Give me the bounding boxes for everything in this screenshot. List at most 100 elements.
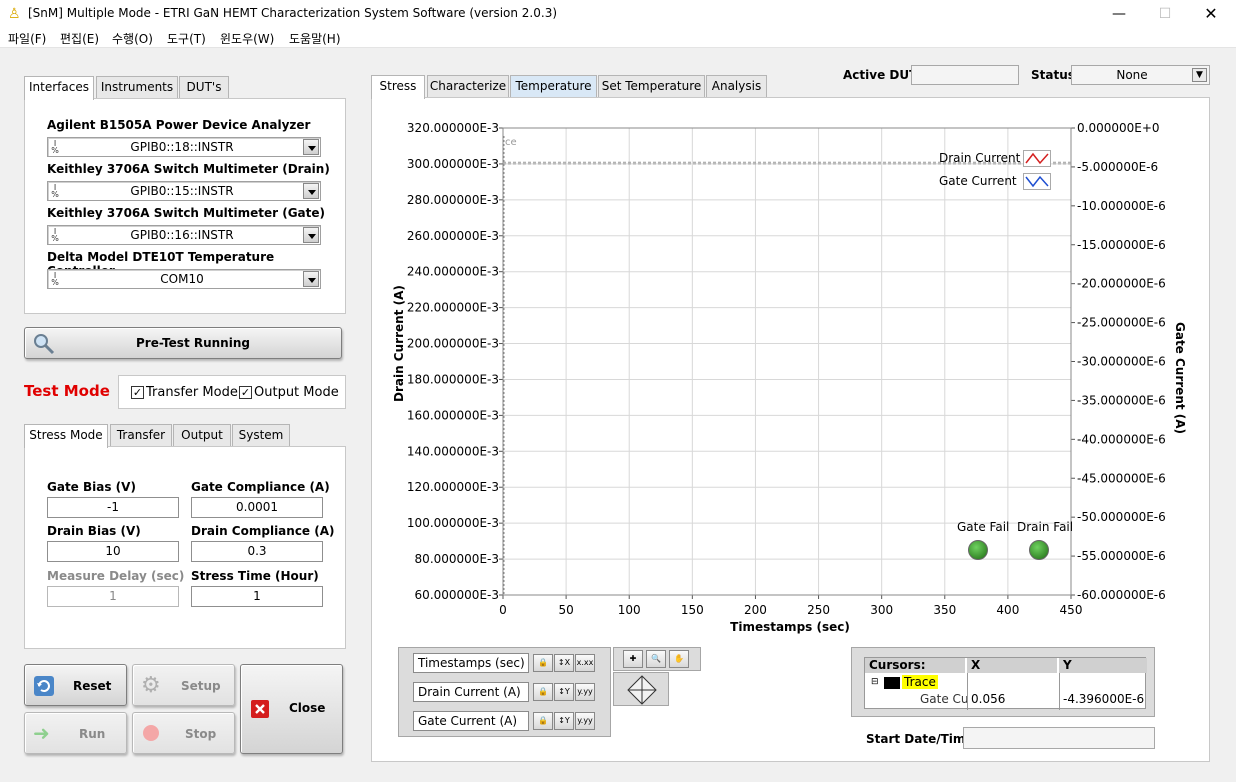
tab-stress[interactable]: Stress (371, 75, 425, 99)
setup-button[interactable]: ⚙ Setup (132, 664, 235, 706)
tab-analysis[interactable]: Analysis (706, 75, 767, 97)
divider (967, 673, 968, 710)
x-tick-label: 350 (933, 603, 956, 617)
chevron-down-icon[interactable] (303, 227, 319, 243)
transfer-mode-checkbox[interactable]: ✓ (131, 386, 144, 399)
cursor-x-value: 0.056 (971, 692, 1006, 706)
cursor-table: Cursors: X Y ⊟ Trace Gate Cur 0.056 -4.3… (864, 657, 1147, 710)
y-tick-label: 200.000000E-3 (407, 337, 499, 351)
tab-system[interactable]: System (232, 424, 290, 446)
cursor-header: Cursors: (865, 658, 965, 673)
app-icon: ♙ (8, 6, 21, 22)
close-button[interactable]: Close (240, 664, 343, 754)
legend-drain-swatch[interactable] (1023, 150, 1051, 167)
io-icon: I% (51, 183, 59, 199)
format-y2-button[interactable]: y.yy (575, 712, 595, 730)
gate-compliance-input[interactable]: 0.0001 (191, 497, 323, 518)
format-y-button[interactable]: y.yy (575, 683, 595, 701)
y2-tick-label: -5.000000E-6 (1077, 160, 1158, 174)
menu-help[interactable]: 도움말(H) (289, 30, 341, 47)
interfaces-panel: Agilent B1505A Power Device Analyzer I% … (24, 98, 346, 314)
visa-drain[interactable]: I% GPIB0::15::INSTR (47, 181, 321, 201)
visa-temperature[interactable]: I% COM10 (47, 269, 321, 289)
autoscale-x-button[interactable]: ↕X (554, 654, 574, 672)
scale-y-name: Drain Current (A) (413, 682, 529, 702)
visa-b1505a[interactable]: I% GPIB0::18::INSTR (47, 137, 321, 157)
scale-legend: Timestamps (sec) 🔒 ↕X x.xx Drain Current… (398, 647, 611, 737)
pretest-running-button[interactable]: Pre-Test Running (24, 327, 342, 359)
y-tick-label: 300.000000E-3 (407, 157, 499, 171)
cursor-legend: Cursors: X Y ⊟ Trace Gate Cur 0.056 -4.3… (851, 647, 1155, 717)
cursor-trace-name[interactable]: Trace (902, 675, 938, 689)
crosshair-icon[interactable]: ✚ (623, 650, 643, 668)
divider (1059, 673, 1060, 710)
menu-edit[interactable]: 편집(E) (60, 30, 99, 47)
start-datetime-field (963, 727, 1155, 749)
lock-icon[interactable]: 🔒 (533, 654, 553, 672)
y2-tick-label: -60.000000E-6 (1077, 588, 1166, 602)
drain-compliance-label: Drain Compliance (A) (191, 524, 335, 538)
diamond-move-icon (627, 675, 657, 705)
legend-gate-swatch[interactable] (1023, 173, 1051, 190)
title-bar: ♙ [SnM] Multiple Mode - ETRI GaN HEMT Ch… (0, 0, 1236, 28)
x-axis-label: Timestamps (sec) (730, 620, 850, 634)
y2-tick-label: -20.000000E-6 (1077, 277, 1166, 291)
chevron-down-icon[interactable] (303, 271, 319, 287)
stop-icon (143, 725, 159, 741)
gate-fail-led (968, 540, 988, 560)
maximize-button[interactable]: ☐ (1142, 0, 1188, 28)
stress-chart[interactable]: 320.000000E-3 300.000000E-3 280.000000E-3 2… (380, 110, 1200, 640)
interface-label-b1505a: Agilent B1505A Power Device Analyzer (47, 118, 311, 132)
tab-transfer[interactable]: Transfer (110, 424, 172, 446)
tab-output[interactable]: Output (173, 424, 231, 446)
drain-compliance-input[interactable]: 0.3 (191, 541, 323, 562)
y2-tick-label: -35.000000E-6 (1077, 393, 1166, 407)
tab-stress-mode[interactable]: Stress Mode (24, 424, 108, 448)
y-tick-label: 320.000000E-3 (407, 121, 499, 135)
x-tick-label: 0 (499, 603, 507, 617)
reset-button[interactable]: Reset (24, 664, 127, 706)
stop-button[interactable]: Stop (132, 712, 235, 754)
format-x-button[interactable]: x.xx (575, 654, 595, 672)
minimize-button[interactable]: — (1096, 0, 1142, 28)
collapse-icon[interactable]: ⊟ (871, 677, 879, 687)
cursor-marker-icon (884, 677, 900, 689)
graph-palette: ✚ 🔍 ✋ (613, 647, 701, 671)
x-tick-label: 50 (558, 603, 573, 617)
output-mode-checkbox[interactable]: ✓ (239, 386, 252, 399)
menu-tools[interactable]: 도구(T) (167, 30, 206, 47)
measure-delay-input[interactable]: 1 (47, 586, 179, 607)
y-tick-label: 140.000000E-3 (407, 444, 499, 458)
cursor-mover[interactable] (613, 672, 669, 706)
zoom-icon[interactable]: 🔍 (646, 650, 666, 668)
tab-characterize[interactable]: Characterize (427, 75, 509, 97)
chevron-down-icon[interactable] (303, 183, 319, 199)
menu-operate[interactable]: 수행(O) (112, 30, 153, 47)
autoscale-y-button[interactable]: ↕Y (554, 683, 574, 701)
run-button[interactable]: ➜ Run (24, 712, 127, 754)
tab-set-temperature[interactable]: Set Temperature (598, 75, 705, 97)
lock-icon[interactable]: 🔒 (533, 712, 553, 730)
close-window-button[interactable]: ✕ (1188, 0, 1234, 28)
menu-window[interactable]: 윈도우(W) (220, 30, 274, 47)
y2-tick-label: -55.000000E-6 (1077, 549, 1166, 563)
transfer-mode-label: Transfer Mode (146, 385, 238, 400)
lock-icon[interactable]: 🔒 (533, 683, 553, 701)
gate-bias-input[interactable]: -1 (47, 497, 179, 518)
drain-bias-input[interactable]: 10 (47, 541, 179, 562)
x-tick-label: 300 (870, 603, 893, 617)
chevron-down-icon[interactable] (303, 139, 319, 155)
interface-label-drain: Keithley 3706A Switch Multimeter (Drain) (47, 162, 330, 176)
visa-gate[interactable]: I% GPIB0::16::INSTR (47, 225, 321, 245)
pan-hand-icon[interactable]: ✋ (669, 650, 689, 668)
close-icon (251, 700, 269, 718)
tab-temperature[interactable]: Temperature (510, 75, 597, 97)
autoscale-y2-button[interactable]: ↕Y (554, 712, 574, 730)
menu-file[interactable]: 파일(F) (8, 30, 46, 47)
tab-instruments[interactable]: Instruments (96, 76, 178, 98)
tab-interfaces[interactable]: Interfaces (24, 76, 94, 100)
stress-time-input[interactable]: 1 (191, 586, 323, 607)
y-tick-label: 80.000000E-3 (415, 552, 499, 566)
y2-tick-label: -30.000000E-6 (1077, 355, 1166, 369)
tab-duts[interactable]: DUT's (179, 76, 229, 98)
